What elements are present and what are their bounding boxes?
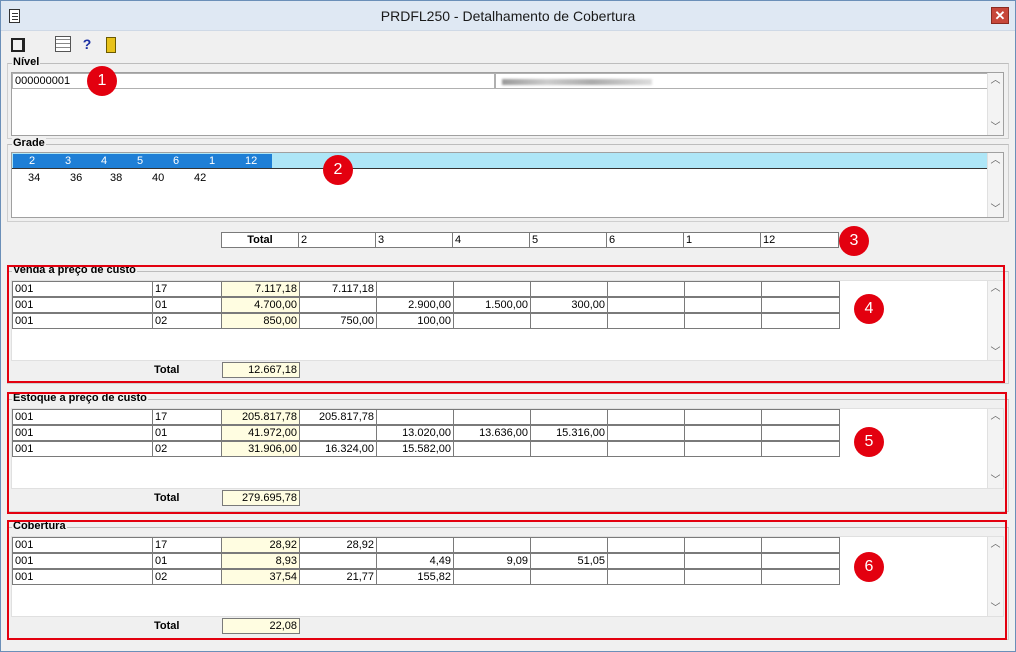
exit-door-icon[interactable] [102, 36, 118, 53]
grade-size-3[interactable]: 3 [65, 155, 71, 167]
annotation-badge-2: 2 [323, 155, 353, 185]
grade-size-34[interactable]: 34 [28, 172, 40, 184]
grade-row[interactable]: 34 36 38 40 42 [12, 170, 989, 186]
close-button[interactable]: ✕ [991, 7, 1009, 24]
nivel-scrollbar[interactable]: ︿ ﹀ [987, 73, 1003, 135]
annotation-box-5 [7, 392, 1007, 514]
blurred-text [502, 79, 652, 85]
annotation-badge-6: 6 [854, 552, 884, 582]
grade-list[interactable]: 2 3 4 5 6 1 12 34 36 38 40 42 ︿ ﹀ [11, 152, 1004, 218]
nivel-description [495, 73, 989, 89]
header-size-2: 2 [298, 232, 376, 248]
grade-size-38[interactable]: 38 [110, 172, 122, 184]
help-icon[interactable]: ? [79, 36, 95, 52]
window-title: PRDFL250 - Detalhamento de Cobertura [380, 8, 636, 24]
scroll-down-icon[interactable]: ﹀ [988, 202, 1003, 217]
grade-size-4[interactable]: 4 [101, 155, 107, 167]
header-size-4: 4 [452, 232, 530, 248]
grade-size-2[interactable]: 2 [29, 155, 35, 167]
header-size-1: 1 [683, 232, 761, 248]
nivel-group: Nível 000000001 ︿ ﹀ [7, 56, 1009, 139]
grade-size-36[interactable]: 36 [70, 172, 82, 184]
grade-label: Grade [12, 137, 46, 149]
grid-icon[interactable] [55, 36, 71, 52]
grade-size-5[interactable]: 5 [137, 155, 143, 167]
annotation-badge-4: 4 [854, 294, 884, 324]
nivel-code[interactable]: 000000001 [12, 73, 495, 89]
scroll-up-icon[interactable]: ︿ [988, 153, 1003, 168]
scroll-down-icon[interactable]: ﹀ [988, 120, 1003, 135]
header-size-6: 6 [606, 232, 684, 248]
export-icon[interactable] [9, 36, 25, 52]
annotation-badge-3: 3 [839, 226, 869, 256]
annotation-badge-5: 5 [854, 427, 884, 457]
annotation-box-6 [7, 520, 1007, 640]
grade-group: Grade 2 3 4 5 6 1 12 34 36 38 40 42 ︿ ﹀ [7, 137, 1009, 222]
grade-row-selected[interactable]: 2 3 4 5 6 1 12 [12, 153, 989, 169]
header-size-5: 5 [529, 232, 607, 248]
header-size-3: 3 [375, 232, 453, 248]
toolbar: ? [1, 32, 1015, 56]
grade-scrollbar[interactable]: ︿ ﹀ [987, 153, 1003, 217]
grade-size-40[interactable]: 40 [152, 172, 164, 184]
window: PRDFL250 - Detalhamento de Cobertura ✕ ?… [0, 0, 1016, 652]
annotation-box-4 [7, 265, 1005, 383]
grade-size-12[interactable]: 12 [245, 155, 257, 167]
grade-size-1[interactable]: 1 [209, 155, 215, 167]
title-bar: PRDFL250 - Detalhamento de Cobertura ✕ [1, 1, 1015, 31]
scroll-up-icon[interactable]: ︿ [988, 73, 1003, 88]
nivel-label: Nível [12, 56, 41, 68]
header-size-12: 12 [760, 232, 839, 248]
header-total: Total [221, 232, 299, 248]
grade-size-6[interactable]: 6 [173, 155, 179, 167]
nivel-list[interactable]: 000000001 ︿ ﹀ [11, 72, 1004, 136]
grade-size-42[interactable]: 42 [194, 172, 206, 184]
annotation-badge-1: 1 [87, 66, 117, 96]
